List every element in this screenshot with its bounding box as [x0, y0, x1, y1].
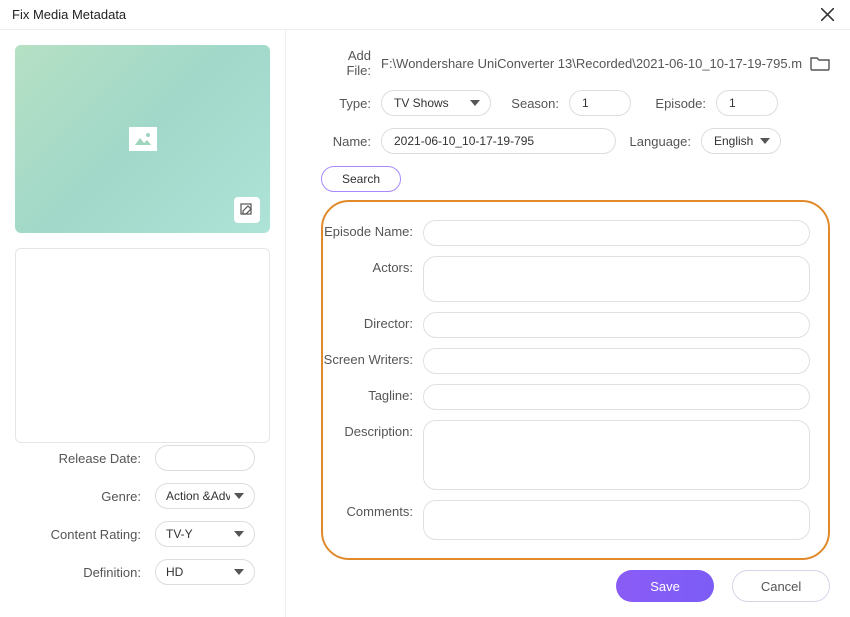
- description-input[interactable]: [423, 420, 810, 490]
- definition-label: Definition:: [15, 565, 155, 580]
- genre-label: Genre:: [15, 489, 155, 504]
- comments-label: Comments:: [323, 500, 423, 519]
- bottom-buttons: Save Cancel: [616, 570, 830, 602]
- details-section: Episode Name: Actors: Director: Screen W…: [321, 200, 830, 560]
- save-button[interactable]: Save: [616, 570, 714, 602]
- description-label: Description:: [323, 420, 423, 439]
- close-button[interactable]: [812, 0, 842, 30]
- cancel-button[interactable]: Cancel: [732, 570, 830, 602]
- language-select[interactable]: English: [701, 128, 781, 154]
- folder-icon: [810, 55, 830, 71]
- left-form: Release Date: Genre: Action &Adv Content…: [15, 445, 270, 602]
- type-label: Type:: [321, 96, 381, 111]
- screen-writers-label: Screen Writers:: [323, 348, 423, 367]
- director-label: Director:: [323, 312, 423, 331]
- tagline-input[interactable]: [423, 384, 810, 410]
- name-input[interactable]: [381, 128, 616, 154]
- genre-select[interactable]: Action &Adv: [155, 483, 255, 509]
- tagline-label: Tagline:: [323, 384, 423, 403]
- add-file-path: F:\Wondershare UniConverter 13\Recorded\…: [381, 56, 802, 71]
- episode-name-label: Episode Name:: [323, 220, 423, 239]
- release-date-label: Release Date:: [15, 451, 155, 466]
- browse-file-button[interactable]: [810, 55, 830, 71]
- edit-icon: [240, 203, 254, 217]
- episode-name-input[interactable]: [423, 220, 810, 246]
- content: Release Date: Genre: Action &Adv Content…: [0, 30, 850, 617]
- season-label: Season:: [491, 96, 569, 111]
- content-rating-select[interactable]: TV-Y: [155, 521, 255, 547]
- actors-label: Actors:: [323, 256, 423, 275]
- name-label: Name:: [321, 134, 381, 149]
- add-file-label: Add File:: [321, 48, 381, 78]
- left-panel: Release Date: Genre: Action &Adv Content…: [0, 30, 286, 617]
- content-rating-label: Content Rating:: [15, 527, 155, 542]
- image-placeholder-icon: [129, 127, 157, 151]
- type-select[interactable]: TV Shows: [381, 90, 491, 116]
- season-input[interactable]: [569, 90, 631, 116]
- language-label: Language:: [616, 134, 701, 149]
- edit-thumbnail-button[interactable]: [234, 197, 260, 223]
- actors-input[interactable]: [423, 256, 810, 302]
- titlebar: Fix Media Metadata: [0, 0, 850, 30]
- window-title: Fix Media Metadata: [12, 7, 126, 22]
- release-date-input[interactable]: [155, 445, 255, 471]
- search-results-list[interactable]: [15, 248, 270, 443]
- right-panel: Add File: F:\Wondershare UniConverter 13…: [286, 30, 850, 617]
- media-thumbnail: [15, 45, 270, 233]
- definition-select[interactable]: HD: [155, 559, 255, 585]
- comments-input[interactable]: [423, 500, 810, 540]
- close-icon: [821, 8, 834, 21]
- screen-writers-input[interactable]: [423, 348, 810, 374]
- search-button[interactable]: Search: [321, 166, 401, 192]
- episode-label: Episode:: [631, 96, 716, 111]
- episode-input[interactable]: [716, 90, 778, 116]
- director-input[interactable]: [423, 312, 810, 338]
